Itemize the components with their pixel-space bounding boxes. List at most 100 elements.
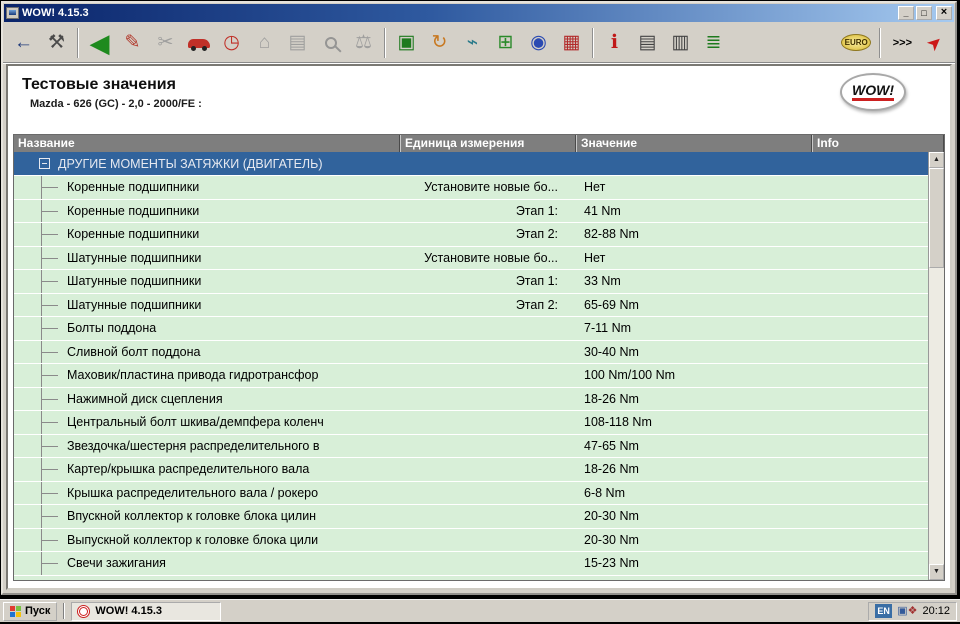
back-icon: ◀ (89, 27, 110, 58)
toolbar-more-button[interactable]: >>> (893, 37, 912, 49)
pointer-button[interactable]: ➤ (918, 27, 951, 59)
vehicle-breadcrumb: Mazda - 626 (GC) - 2,0 - 2000/FE : (30, 98, 202, 110)
table-row[interactable]: Картер/крышка распределительного вала 18-… (14, 458, 928, 482)
tree-branch (14, 411, 61, 434)
diagnostics-button[interactable]: ▣ (390, 27, 423, 59)
task-button-label: WOW! 4.15.3 (95, 605, 162, 617)
tray-icons: ▣❖ (897, 605, 917, 617)
parts-icon: ⊞ (497, 32, 514, 53)
table-row[interactable]: Шатунные подшипники Этап 2: 65-69 Nm (14, 293, 928, 317)
table-body-wrap: ДРУГИЕ МОМЕНТЫ ЗАТЯЖКИ (ДВИГАТЕЛЬ) Коренн… (14, 152, 944, 580)
cell-name: Шатунные подшипники (14, 270, 400, 293)
start-button[interactable]: Пуск (3, 601, 58, 621)
cell-name: Выпускной коллектор к головке блока цили (14, 528, 400, 551)
print-button[interactable]: ▤ (631, 27, 664, 59)
job-edit-button[interactable]: ✎ (116, 27, 149, 59)
service-tools-button[interactable]: ⚒ (40, 27, 73, 59)
table-row[interactable]: Звездочка/шестерня распределительного в 4… (14, 434, 928, 458)
tree-branch (14, 317, 61, 340)
parts-button[interactable]: ⊞ (489, 27, 522, 59)
clock[interactable]: 20:12 (922, 605, 950, 617)
tree-branch (14, 176, 61, 199)
cell-name: Коренные подшипники (14, 176, 400, 199)
vehicle-button[interactable] (182, 27, 215, 59)
row-name-label: Картер/крышка распределительного вала (67, 462, 310, 477)
list-button[interactable]: ≣ (697, 27, 730, 59)
column-header-info[interactable]: Info (812, 135, 944, 152)
system-tray: EN ▣❖ 20:12 (868, 601, 957, 621)
info-button[interactable]: ℹ (598, 27, 631, 59)
scroll-up-icon[interactable]: ▲ (929, 152, 944, 168)
brand-button[interactable]: ◉ (522, 27, 555, 59)
table-row[interactable]: Выпускной коллектор к головке блока цили… (14, 528, 928, 552)
euro-icon: EURO (841, 34, 872, 51)
service-times-button[interactable]: ◷ (215, 27, 248, 59)
task-button-wow[interactable]: WOW! 4.15.3 (71, 601, 222, 621)
table-row[interactable]: Центральный болт шкива/демпфера коленч 10… (14, 411, 928, 435)
cell-value: 18-26 Nm (584, 391, 639, 406)
close-button[interactable]: × (936, 6, 952, 20)
cell-value: 41 Nm (584, 203, 621, 218)
tray-app-icon[interactable]: ❖ (908, 605, 918, 617)
vertical-scrollbar[interactable]: ▲ ▼ (928, 152, 944, 580)
language-indicator[interactable]: EN (875, 604, 893, 618)
table-row[interactable]: Крышка распределительного вала / рокеро 6… (14, 481, 928, 505)
scroll-down-icon[interactable]: ▼ (929, 564, 944, 580)
cell-value: 18-26 Nm (584, 462, 639, 477)
toolbar-separator (384, 27, 386, 58)
column-header-name[interactable]: Название (14, 135, 400, 152)
cell-value: 20-30 Nm (584, 509, 639, 524)
toolbar: ← ⚒ ◀ ✎ ✂ ◷ ⌂ ▤ ⚖ ▣ ↻ ⌁ ⊞ ◉ ▦ ℹ ▤ ▥ ≣ EURO >>> ➤ (3, 23, 955, 63)
row-name-label: Болты поддона (67, 321, 157, 336)
cell-name: Болты поддона (14, 317, 400, 340)
table-row[interactable]: Болты поддона 7-11 Nm (14, 317, 928, 341)
scrollbar-track[interactable] (929, 268, 944, 564)
euro-button[interactable]: EURO (840, 27, 873, 59)
tree-branch (14, 528, 61, 551)
tree-branch (14, 481, 61, 504)
table-row[interactable]: Шатунные подшипники Установите новые бо..… (14, 246, 928, 270)
group-row-engine-torques[interactable]: ДРУГИЕ МОМЕНТЫ ЗАТЯЖКИ (ДВИГАТЕЛЬ) (14, 152, 928, 176)
app-icon[interactable] (6, 7, 19, 19)
update-icon: ↻ (431, 32, 448, 53)
cut-icon: ✂ (157, 32, 174, 53)
tree-toggle-icon[interactable] (39, 158, 50, 169)
start-button-label: Пуск (25, 605, 51, 617)
table-row[interactable]: Коренные подшипники Этап 2: 82-88 Nm (14, 223, 928, 247)
taskbar: Пуск WOW! 4.15.3 EN ▣❖ 20:12 (0, 599, 960, 622)
adapter-button[interactable]: ⌁ (456, 27, 489, 59)
toolbar-separator (878, 27, 881, 58)
tree-branch (14, 293, 61, 316)
info-icon: ℹ (610, 32, 619, 53)
table-row[interactable]: Маховик/пластина привода гидротрансфор 10… (14, 364, 928, 388)
minimize-button[interactable]: _ (898, 6, 914, 20)
exit-button[interactable]: ← (7, 27, 40, 59)
table-row[interactable]: Коренные подшипники Этап 1: 41 Nm (14, 199, 928, 223)
row-name-label: Коренные подшипники (67, 227, 200, 242)
table-row[interactable]: Шатунные подшипники Этап 1: 33 Nm (14, 270, 928, 294)
maximize-button[interactable]: □ (916, 6, 932, 20)
window-title: WOW! 4.15.3 (22, 7, 89, 19)
back-button[interactable]: ◀ (83, 27, 116, 59)
table-row[interactable]: Сливной болт поддона 30-40 Nm (14, 340, 928, 364)
wow-logo: WOW! (840, 73, 906, 111)
group-row-chassis-torques[interactable]: МОМЕНТЫ ЗАТЯЖКИ (ШАССИ) (14, 575, 928, 580)
update-button[interactable]: ↻ (423, 27, 456, 59)
cell-value: 15-23 Nm (584, 556, 639, 571)
table-row[interactable]: Впускной коллектор к головке блока цилин… (14, 505, 928, 529)
table-row[interactable]: Нажимной диск сцепления 18-26 Nm (14, 387, 928, 411)
column-header-unit[interactable]: Единица измерения (400, 135, 576, 152)
cell-name: Сливной болт поддона (14, 340, 400, 363)
tray-display-icon[interactable]: ▣ (897, 605, 907, 617)
table-row[interactable]: Свечи зажигания 15-23 Nm (14, 552, 928, 576)
row-name-label: Звездочка/шестерня распределительного в (67, 438, 320, 453)
cell-name: Свечи зажигания (14, 552, 400, 575)
calculator-button[interactable]: ▦ (555, 27, 588, 59)
cell-name: Маховик/пластина привода гидротрансфор (14, 364, 400, 387)
scrollbar-thumb[interactable] (929, 168, 944, 268)
row-name-label: Шатунные подшипники (67, 297, 202, 312)
cell-value: 108-118 Nm (584, 415, 652, 430)
column-header-value[interactable]: Значение (576, 135, 812, 152)
report-button[interactable]: ▥ (664, 27, 697, 59)
table-row[interactable]: Коренные подшипники Установите новые бо..… (14, 176, 928, 200)
